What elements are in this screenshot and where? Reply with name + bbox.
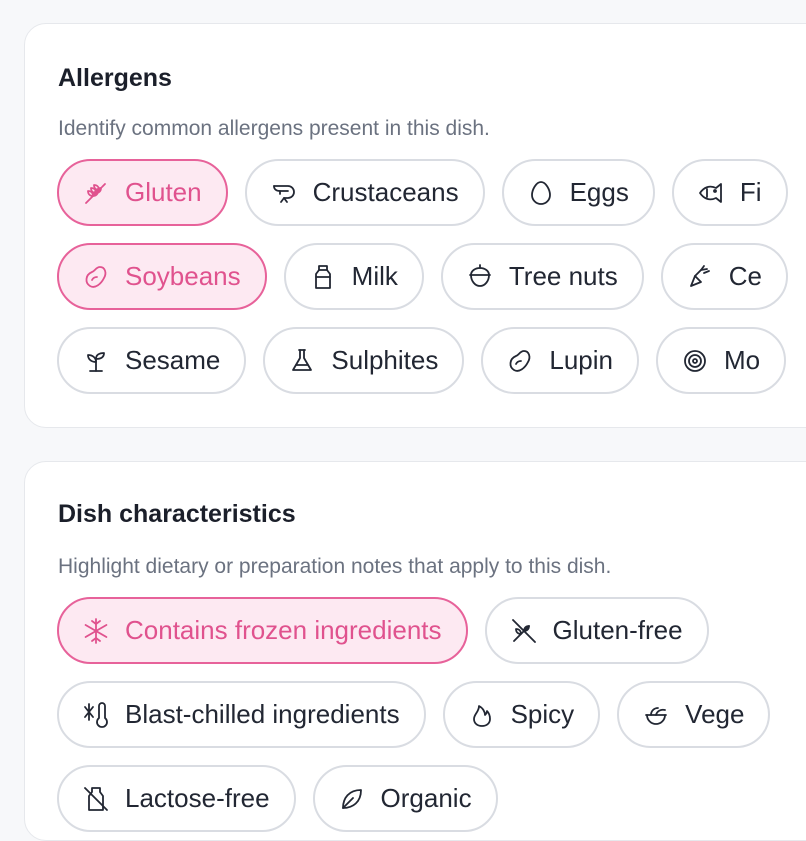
dish-row: Blast-chilled ingredients Spicy Vege <box>57 681 771 748</box>
chip-label: Sulphites <box>331 345 439 375</box>
chip-label: Gluten <box>125 177 202 207</box>
chip-lupin[interactable]: Lupin <box>481 327 639 394</box>
chip-mo[interactable]: Mo <box>655 327 787 394</box>
fish-icon <box>696 178 726 208</box>
flame-icon <box>467 700 497 730</box>
allergens-card: Allergens Identify common allergens pres… <box>24 23 806 428</box>
chip-spicy[interactable]: Spicy <box>442 681 601 748</box>
chip-tree-nuts[interactable]: Tree nuts <box>440 243 644 310</box>
allergens-title: Allergens <box>58 64 172 92</box>
chip-label: Organic <box>380 783 472 813</box>
chip-label: Blast-chilled ingredients <box>125 699 400 729</box>
bean-icon <box>81 262 111 292</box>
bean-icon <box>505 346 535 376</box>
nut-icon <box>465 262 495 292</box>
wheat-off-icon <box>509 616 539 646</box>
chip-milk[interactable]: Milk <box>283 243 424 310</box>
chip-ce[interactable]: Ce <box>660 243 788 310</box>
chip-label: Sesame <box>125 345 221 375</box>
chip-vege[interactable]: Vege <box>617 681 771 748</box>
chip-label: Spicy <box>510 699 575 729</box>
carrot-icon <box>685 262 715 292</box>
chip-sesame[interactable]: Sesame <box>57 327 247 394</box>
chip-contains-frozen-ingredients[interactable]: Contains frozen ingredients <box>57 597 468 664</box>
chip-label: Tree nuts <box>508 261 618 291</box>
chip-label: Soybeans <box>125 261 241 291</box>
chip-fi[interactable]: Fi <box>671 159 788 226</box>
snowflake-icon <box>81 616 111 646</box>
thermometer-snowflake-icon <box>81 700 111 730</box>
allergens-row: Sesame Sulphites Lupin Mo <box>57 327 787 394</box>
egg-icon <box>526 178 556 208</box>
chip-label: Vege <box>685 699 745 729</box>
shell-icon <box>680 346 710 376</box>
chip-gluten-free[interactable]: Gluten-free <box>484 597 709 664</box>
chip-soybeans[interactable]: Soybeans <box>57 243 267 310</box>
sprout-icon <box>81 346 111 376</box>
chip-label: Crustaceans <box>312 177 459 207</box>
dish-row: Contains frozen ingredients Gluten-free <box>57 597 709 664</box>
salad-icon <box>641 700 671 730</box>
chip-label: Contains frozen ingredients <box>125 615 442 645</box>
milk-off-icon <box>81 784 111 814</box>
chip-blast-chilled-ingredients[interactable]: Blast-chilled ingredients <box>57 681 426 748</box>
shrimp-icon <box>269 178 299 208</box>
wheat-icon <box>81 178 111 208</box>
dish-row: Lactose-free Organic <box>57 765 498 832</box>
chip-lactose-free[interactable]: Lactose-free <box>57 765 296 832</box>
allergens-row: Gluten Crustaceans Eggs Fi <box>57 159 788 226</box>
chip-label: Eggs <box>569 177 629 207</box>
chip-label: Lactose-free <box>125 783 270 813</box>
chip-eggs[interactable]: Eggs <box>501 159 655 226</box>
dish-characteristics-card: Dish characteristics Highlight dietary o… <box>24 461 806 841</box>
chip-label: Milk <box>351 261 398 291</box>
flask-icon <box>287 346 317 376</box>
allergens-row: Soybeans Milk Tree nuts Ce <box>57 243 788 310</box>
chip-sulphites[interactable]: Sulphites <box>263 327 465 394</box>
leaf-icon <box>337 784 367 814</box>
chip-label: Gluten-free <box>552 615 683 645</box>
milk-icon <box>308 262 338 292</box>
chip-organic[interactable]: Organic <box>312 765 498 832</box>
allergens-subtitle: Identify common allergens present in thi… <box>58 117 490 140</box>
chip-label: Lupin <box>549 345 613 375</box>
chip-crustaceans[interactable]: Crustaceans <box>244 159 485 226</box>
chip-gluten[interactable]: Gluten <box>57 159 228 226</box>
chip-label: Mo <box>723 345 761 375</box>
dish-characteristics-title: Dish characteristics <box>58 500 296 528</box>
dish-characteristics-subtitle: Highlight dietary or preparation notes t… <box>58 555 612 578</box>
chip-label: Fi <box>739 177 762 207</box>
chip-label: Ce <box>728 261 762 291</box>
